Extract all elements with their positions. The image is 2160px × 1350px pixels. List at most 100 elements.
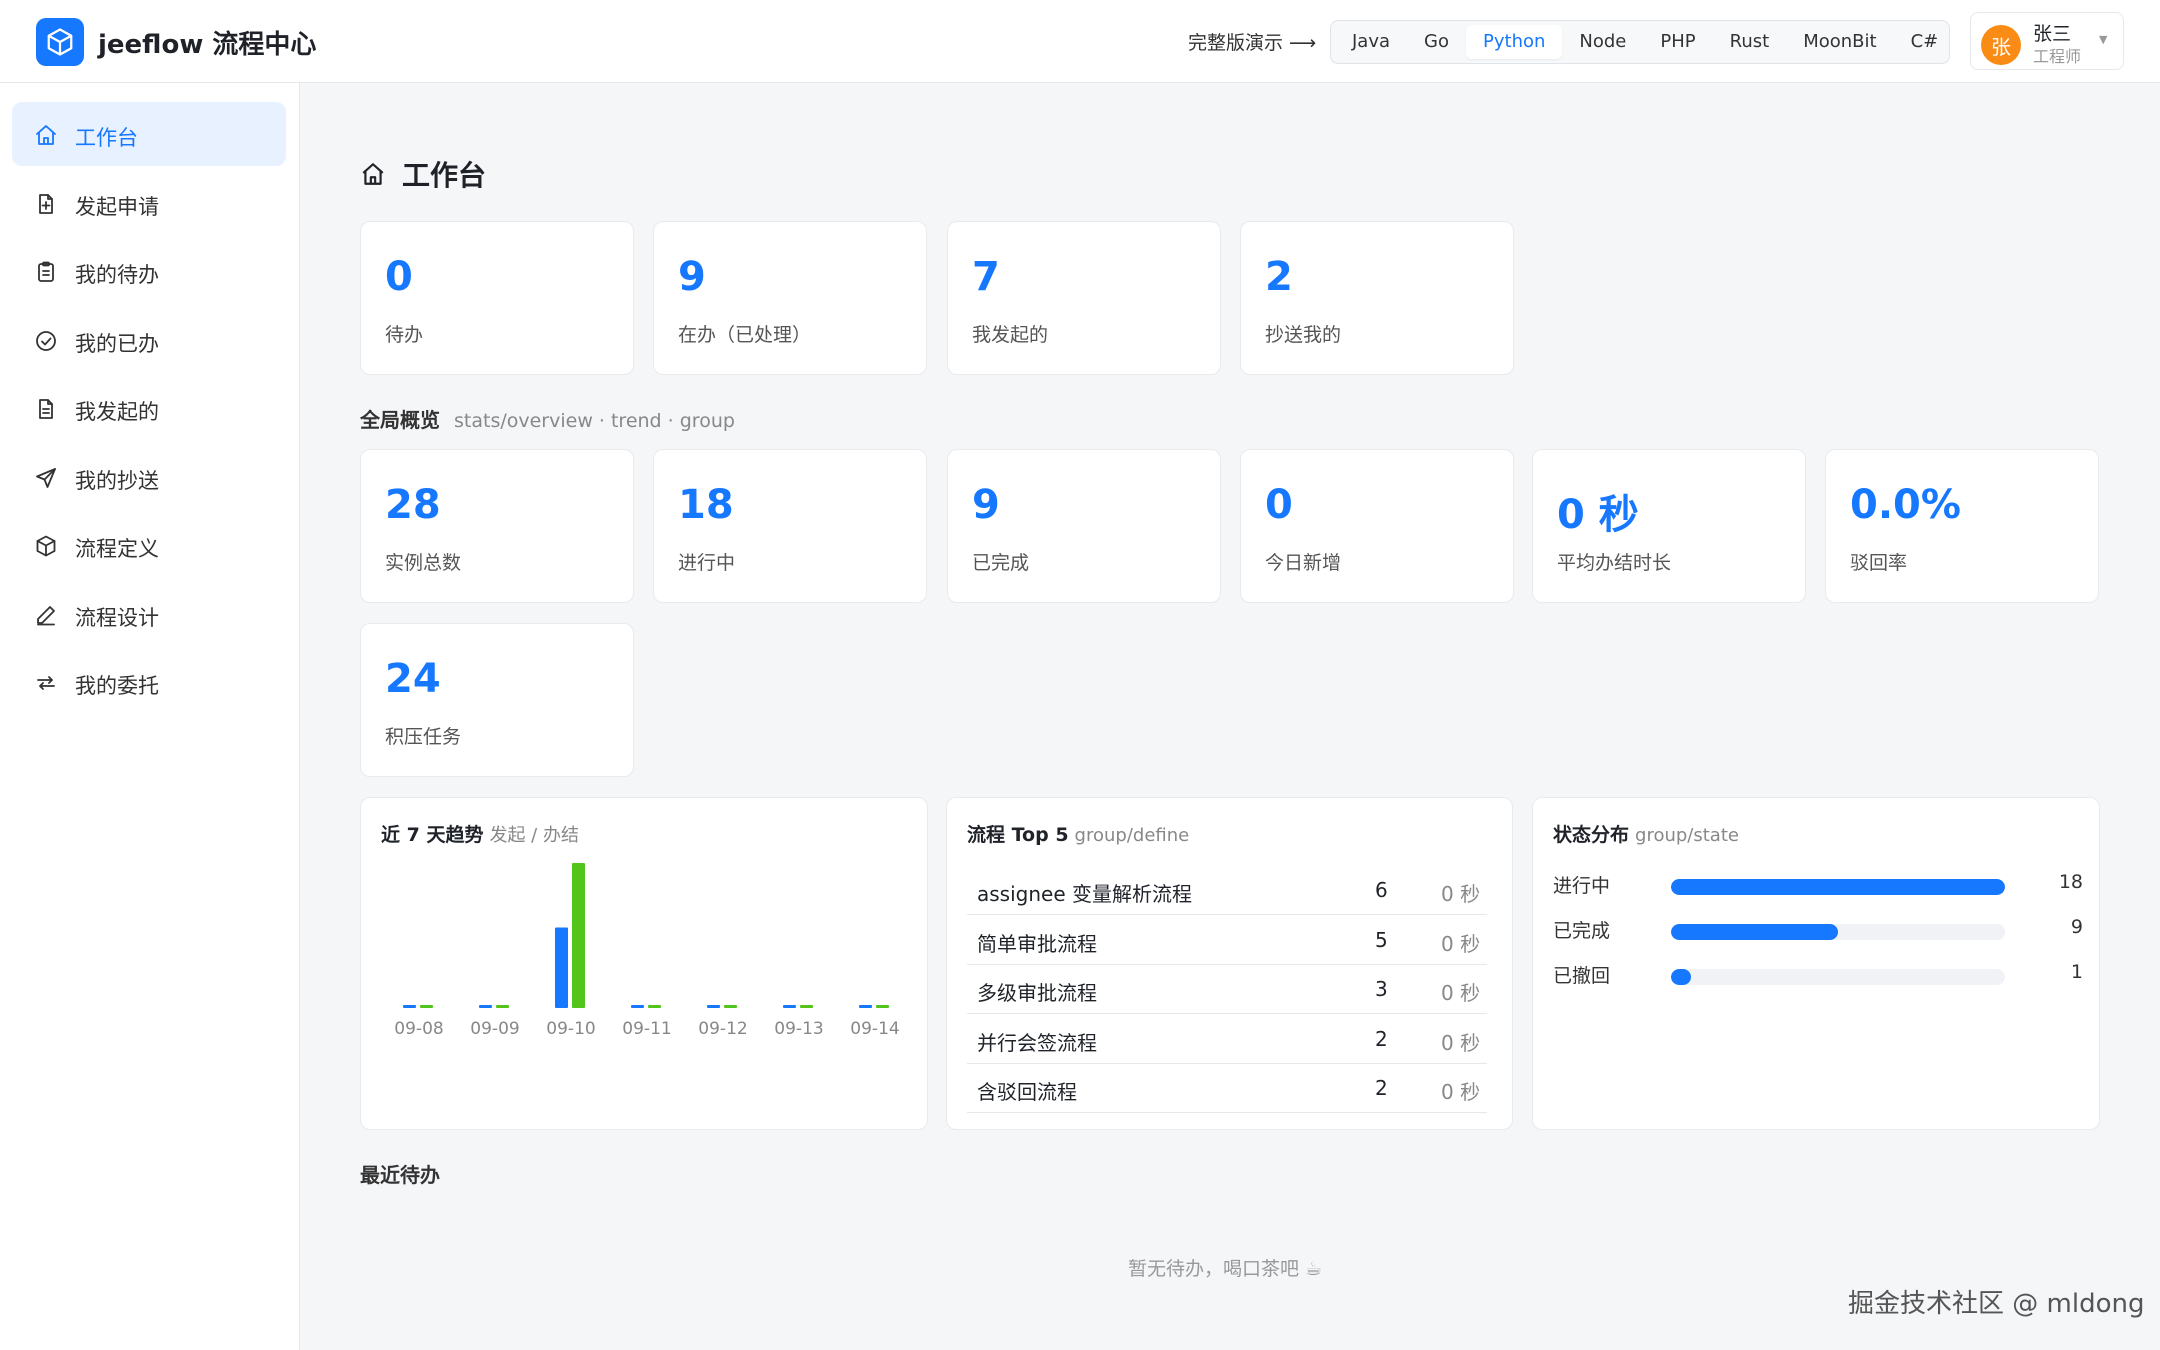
overview-subtitle: stats/overview · trend · group [454, 410, 735, 432]
app-title: jeeflow 流程中心 [98, 30, 317, 60]
stat-value: 9 [678, 254, 706, 300]
stat-label: 抄送我的 [1265, 324, 1342, 346]
stat-card[interactable]: 9 在办（已处理） [653, 221, 927, 375]
sidebar-item-3[interactable]: 我的已办 [12, 308, 286, 372]
trend-subtitle: 发起 / 办结 [489, 825, 579, 846]
stat-card[interactable]: 0.0% 驳回率 [1825, 449, 2099, 603]
trend-bar-started[interactable] [555, 927, 568, 1008]
top5-row[interactable]: assignee 变量解析流程 6 0 秒 [967, 866, 1487, 915]
sidebar-item-8[interactable]: 我的委托 [12, 650, 286, 714]
sidebar-item-label: 流程定义 [75, 537, 159, 561]
process-duration: 0 秒 [1441, 981, 1481, 1005]
top5-row[interactable]: 含驳回流程 2 0 秒 [967, 1064, 1487, 1113]
trend-bar-started[interactable] [631, 1005, 644, 1008]
stat-card[interactable]: 2 抄送我的 [1240, 221, 1514, 375]
sidebar-item-5[interactable]: 我的抄送 [12, 445, 286, 509]
trend-chart: 09-08 09-09 09-10 09-11 09-12 09-13 09-14 [394, 863, 900, 1039]
process-duration: 0 秒 [1441, 882, 1481, 906]
language-tab-java[interactable]: Java [1335, 25, 1407, 59]
language-tab-csharp[interactable]: C# [1894, 25, 1956, 59]
trend-bar-started[interactable] [707, 1005, 720, 1008]
language-tab-node[interactable]: Node [1562, 25, 1643, 59]
sidebar-item-1[interactable]: 发起申请 [12, 171, 286, 235]
top5-row[interactable]: 并行会签流程 2 0 秒 [967, 1015, 1487, 1064]
stat-label: 驳回率 [1850, 552, 1908, 574]
trend-bar-finished[interactable] [496, 1005, 509, 1008]
watermark: 掘金技术社区 @ mldong [1848, 1289, 2145, 1319]
trend-x-tick: 09-10 [546, 1019, 595, 1039]
state-subtitle: group/state [1635, 825, 1739, 846]
user-role: 工程师 [2033, 47, 2082, 66]
language-tab-go[interactable]: Go [1407, 25, 1466, 59]
trend-bar-started[interactable] [859, 1005, 872, 1008]
state-bar-track [1671, 879, 2005, 895]
trend-bar-finished[interactable] [876, 1005, 889, 1008]
stat-value: 0 [385, 254, 413, 300]
trend-x-tick: 09-12 [698, 1019, 747, 1039]
trend-x-tick: 09-09 [470, 1019, 519, 1039]
process-duration: 0 秒 [1441, 1080, 1481, 1104]
stat-value: 0 [1265, 482, 1293, 528]
stat-card[interactable]: 9 已完成 [947, 449, 1221, 603]
stat-card[interactable]: 0 秒平均办结时长 [1532, 449, 1806, 603]
state-bar-track [1671, 969, 2005, 985]
state-value: 9 [2070, 916, 2083, 938]
stat-card[interactable]: 7 我发起的 [947, 221, 1221, 375]
language-tab-moonbit[interactable]: MoonBit [1786, 25, 1893, 59]
full-demo-link[interactable]: 完整版演示 ⟶ [1188, 28, 1316, 55]
stat-value: 0 秒 [1557, 492, 1639, 538]
state-name: 已撤回 [1553, 965, 1611, 987]
stat-value: 7 [972, 254, 1000, 300]
cube-icon [47, 28, 73, 56]
trend-bar-finished[interactable] [800, 1005, 813, 1008]
state-name: 进行中 [1553, 875, 1611, 897]
stat-card[interactable]: 18 进行中 [653, 449, 927, 603]
sidebar-item-7[interactable]: 流程设计 [12, 582, 286, 646]
stat-card[interactable]: 24 积压任务 [360, 623, 634, 777]
language-tab-php[interactable]: PHP [1643, 25, 1712, 59]
language-tab-python[interactable]: Python [1466, 25, 1563, 59]
recent-todo-title: 最近待办 [360, 1163, 440, 1187]
sidebar-item-label: 我的待办 [75, 263, 159, 287]
process-count: 6 [1375, 878, 1388, 902]
state-value: 1 [2070, 961, 2083, 983]
pen-icon [37, 605, 55, 625]
trend-bar-started[interactable] [479, 1005, 492, 1008]
avatar: 张 [1981, 25, 2021, 65]
top5-row[interactable]: 多级审批流程 3 0 秒 [967, 965, 1487, 1014]
sidebar-item-0[interactable]: 工作台 [12, 102, 286, 166]
top5-row[interactable]: 简单审批流程 5 0 秒 [967, 916, 1487, 965]
state-name: 已完成 [1553, 920, 1611, 942]
stat-card[interactable]: 0 今日新增 [1240, 449, 1514, 603]
stat-value: 24 [385, 656, 441, 702]
sidebar-item-label: 发起申请 [75, 194, 159, 219]
app-logo[interactable] [36, 18, 84, 66]
sidebar-item-4[interactable]: 我发起的 [12, 376, 286, 440]
state-panel-title: 状态分布 group/state [1553, 820, 1739, 847]
top5-panel-title: 流程 Top 5 group/define [967, 820, 1189, 847]
sidebar-item-label: 我发起的 [75, 400, 159, 424]
trend-bar-finished[interactable] [724, 1005, 737, 1008]
sidebar-item-2[interactable]: 我的待办 [12, 239, 286, 303]
trend-bar-finished[interactable] [420, 1005, 433, 1008]
trend-bar-started[interactable] [403, 1005, 416, 1008]
trend-bar-finished[interactable] [572, 863, 585, 1008]
top5-panel: 流程 Top 5 group/define assignee 变量解析流程 6 0 秒… [946, 797, 1513, 1130]
stat-label: 进行中 [678, 552, 736, 574]
user-menu[interactable]: 张 张三 工程师 ▼ [1970, 12, 2124, 70]
stat-value: 0.0% [1850, 482, 1961, 528]
stat-label: 实例总数 [385, 552, 462, 574]
trend-bar-finished[interactable] [648, 1005, 661, 1008]
sidebar-item-6[interactable]: 流程定义 [12, 513, 286, 577]
page-title-text: 工作台 [402, 159, 487, 192]
clipboard-icon [38, 261, 54, 282]
stat-card[interactable]: 28 实例总数 [360, 449, 634, 603]
stat-card[interactable]: 0 待办 [360, 221, 634, 375]
language-tab-rust[interactable]: Rust [1713, 25, 1787, 59]
state-row: 已撤回 1 [1553, 959, 2083, 989]
trend-bar-started[interactable] [783, 1005, 796, 1008]
repeat-icon [37, 676, 55, 690]
top-header: jeeflow 流程中心 完整版演示 ⟶ Java Go Python Node PHP… [0, 0, 2160, 83]
stat-label: 在办（已处理） [678, 324, 812, 346]
sidebar-item-label: 我的抄送 [75, 468, 159, 493]
